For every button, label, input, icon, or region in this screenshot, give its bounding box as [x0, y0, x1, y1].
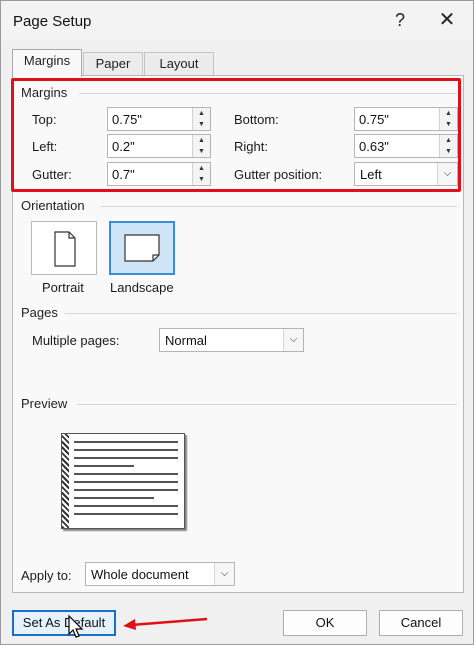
orientation-section-label: Orientation — [21, 198, 85, 213]
preview-page — [61, 433, 185, 529]
top-margin-value[interactable]: 0.75" — [112, 112, 142, 127]
chevron-down-icon[interactable]: ⌵ — [283, 329, 303, 351]
preview-line — [74, 497, 154, 499]
chevron-down-icon[interactable]: ⌵ — [437, 163, 457, 185]
gutter-hatch — [62, 434, 69, 528]
left-label: Left: — [32, 139, 58, 154]
spin-up-icon[interactable]: ▲ — [440, 135, 457, 146]
preview-line — [74, 457, 178, 459]
preview-line — [74, 465, 134, 467]
bottom-margin-value[interactable]: 0.75" — [359, 112, 389, 127]
bottom-spin-arrows[interactable]: ▲ ▼ — [439, 108, 457, 130]
right-margin-spinner[interactable]: 0.63" ▲ ▼ — [354, 134, 458, 158]
right-label: Right: — [234, 139, 268, 154]
close-icon[interactable]: ✕ — [433, 7, 461, 33]
landscape-page-icon — [124, 234, 160, 262]
landscape-button[interactable] — [109, 221, 175, 275]
multiple-pages-select[interactable]: Normal ⌵ — [159, 328, 304, 352]
spin-up-icon[interactable]: ▲ — [440, 108, 457, 119]
margins-section-label: Margins — [21, 85, 68, 100]
tab-layout[interactable]: Layout — [144, 52, 214, 76]
preview-line — [74, 489, 178, 491]
portrait-button[interactable] — [31, 221, 97, 275]
apply-to-select[interactable]: Whole document ⌵ — [85, 562, 235, 586]
spin-down-icon[interactable]: ▼ — [193, 119, 210, 130]
apply-to-label: Apply to: — [21, 568, 72, 583]
gutter-spin-arrows[interactable]: ▲ ▼ — [192, 163, 210, 185]
gutter-position-label: Gutter position: — [234, 167, 323, 182]
gutter-position-select[interactable]: Left ⌵ — [354, 162, 458, 186]
multiple-pages-label: Multiple pages: — [32, 333, 120, 348]
preview-line — [74, 473, 178, 475]
portrait-label[interactable]: Portrait — [42, 280, 84, 295]
left-margin-value[interactable]: 0.2" — [112, 139, 135, 154]
preview-line — [74, 513, 178, 515]
apply-to-value[interactable]: Whole document — [91, 567, 189, 582]
margins-divider — [79, 93, 457, 94]
spin-up-icon[interactable]: ▲ — [193, 108, 210, 119]
left-spin-arrows[interactable]: ▲ ▼ — [192, 135, 210, 157]
preview-line — [74, 441, 178, 443]
spin-down-icon[interactable]: ▼ — [193, 146, 210, 157]
preview-section-label: Preview — [21, 396, 68, 411]
spin-down-icon[interactable]: ▼ — [193, 174, 210, 185]
help-icon[interactable]: ? — [387, 7, 413, 33]
bottom-margin-spinner[interactable]: 0.75" ▲ ▼ — [354, 107, 458, 131]
pages-divider — [65, 313, 457, 314]
preview-line — [74, 481, 178, 483]
tab-margins[interactable]: Margins — [12, 49, 82, 77]
spin-down-icon[interactable]: ▼ — [440, 119, 457, 130]
orientation-divider — [101, 206, 457, 207]
left-margin-spinner[interactable]: 0.2" ▲ ▼ — [107, 134, 211, 158]
spin-up-icon[interactable]: ▲ — [193, 135, 210, 146]
set-as-default-button[interactable]: Set As Default — [12, 610, 116, 636]
gutter-spinner[interactable]: 0.7" ▲ ▼ — [107, 162, 211, 186]
top-margin-spinner[interactable]: 0.75" ▲ ▼ — [107, 107, 211, 131]
tab-paper[interactable]: Paper — [83, 52, 143, 76]
landscape-label[interactable]: Landscape — [110, 280, 174, 295]
spin-up-icon[interactable]: ▲ — [193, 163, 210, 174]
gutter-label: Gutter: — [32, 167, 72, 182]
title-bar: Page Setup ? ✕ — [1, 1, 473, 41]
ok-button[interactable]: OK — [283, 610, 367, 636]
chevron-down-icon[interactable]: ⌵ — [214, 563, 234, 585]
dialog-title: Page Setup — [13, 13, 92, 30]
red-arrow-annotation — [123, 617, 208, 630]
right-margin-value[interactable]: 0.63" — [359, 139, 389, 154]
top-label: Top: — [32, 112, 57, 127]
bottom-label: Bottom: — [234, 112, 279, 127]
preview-divider — [77, 404, 457, 405]
right-spin-arrows[interactable]: ▲ ▼ — [439, 135, 457, 157]
cancel-button[interactable]: Cancel — [379, 610, 463, 636]
top-spin-arrows[interactable]: ▲ ▼ — [192, 108, 210, 130]
gutter-value[interactable]: 0.7" — [112, 167, 135, 182]
preview-line — [74, 505, 178, 507]
pages-section-label: Pages — [21, 305, 58, 320]
page-setup-dialog: Page Setup ? ✕ Margins Paper Layout Marg… — [0, 0, 474, 645]
multiple-pages-value[interactable]: Normal — [165, 333, 207, 348]
preview-line — [74, 449, 178, 451]
portrait-page-icon — [54, 231, 76, 267]
spin-down-icon[interactable]: ▼ — [440, 146, 457, 157]
gutter-position-value[interactable]: Left — [360, 167, 382, 182]
